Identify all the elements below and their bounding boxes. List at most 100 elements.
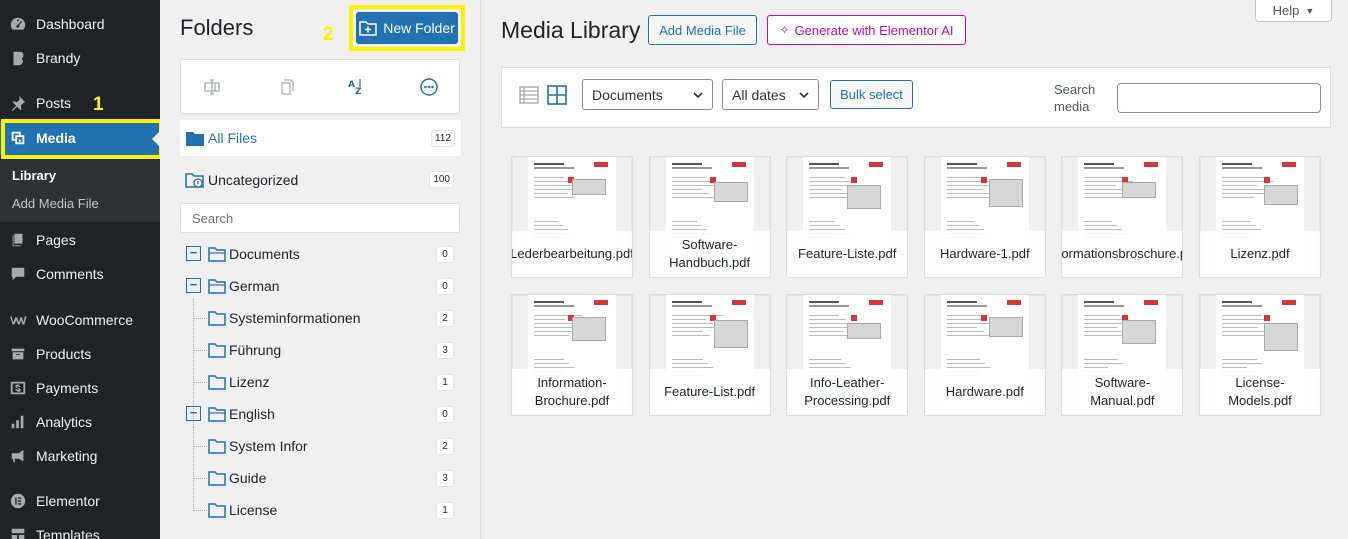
attachment-tile[interactable]: Info-Leather-Processing.pdf <box>786 294 909 416</box>
bulk-select-button[interactable]: Bulk select <box>830 80 913 109</box>
all-files-item[interactable]: All Files 112 <box>180 120 461 156</box>
list-view-icon[interactable] <box>519 85 539 105</box>
menu-marketing[interactable]: Marketing <box>0 439 160 473</box>
folder-icon <box>208 471 226 486</box>
folder-german[interactable]: − German 0 <box>180 273 460 299</box>
new-folder-button[interactable]: New Folder <box>356 12 458 44</box>
attachment-tile[interactable]: Informationsbroschure.pdf <box>1061 156 1184 278</box>
submenu-library[interactable]: Library <box>12 168 56 183</box>
folder-label: German <box>229 278 280 294</box>
attachment-tile[interactable]: Feature-Liste.pdf <box>786 156 909 278</box>
archive-icon <box>0 345 36 363</box>
media-type-value: Documents <box>592 86 663 103</box>
menu-dashboard[interactable]: Dashboard <box>0 7 160 41</box>
copy-icon[interactable] <box>276 77 296 97</box>
media-submenu: Library Add Media File <box>0 160 160 222</box>
menu-label: Brandy <box>36 50 81 66</box>
collapse-toggle[interactable]: − <box>186 406 201 421</box>
attachment-filename: Lizenz.pdf <box>1200 231 1320 277</box>
dashboard-icon <box>0 15 36 33</box>
folder-count: 1 <box>436 374 454 391</box>
collapse-toggle[interactable]: − <box>186 246 201 261</box>
attachment-filename: Hardware-1.pdf <box>924 231 1045 277</box>
date-filter[interactable]: All dates <box>722 79 819 110</box>
menu-label: Marketing <box>36 448 98 464</box>
folder-systeminformationen[interactable]: Systeminformationen 2 <box>180 305 460 331</box>
attachment-tile[interactable]: Hardware.pdf <box>923 294 1046 416</box>
uncategorized-label: Uncategorized <box>208 172 299 188</box>
menu-label: Posts <box>36 95 72 111</box>
attachment-tile[interactable]: Feature-List.pdf <box>648 294 771 416</box>
folder-documents[interactable]: − Documents 0 <box>180 241 460 267</box>
folder-icon <box>208 503 226 518</box>
folder-icon <box>208 439 226 454</box>
uncategorized-count: 100 <box>429 171 454 188</box>
search-media-input[interactable] <box>1117 83 1321 113</box>
folder-label: System Infor <box>229 438 308 454</box>
attachment-tile[interactable]: Hardware-1.pdf <box>923 156 1046 278</box>
folder-lizenz[interactable]: Lizenz 1 <box>180 369 460 395</box>
submenu-add-media-file[interactable]: Add Media File <box>12 196 99 211</box>
step-marker-1: 1 <box>93 94 104 115</box>
uncategorized-item[interactable]: Uncategorized 100 <box>180 166 460 192</box>
menu-products[interactable]: Products <box>0 337 160 371</box>
menu-analytics[interactable]: Analytics <box>0 405 160 439</box>
templates-icon <box>0 526 36 539</box>
menu-templates[interactable]: Templates <box>0 518 160 539</box>
menu-woocommerce[interactable]: WooCommerce <box>0 303 160 337</box>
menu-payments[interactable]: Payments <box>0 371 160 405</box>
menu-label: Templates <box>36 527 100 539</box>
attachment-tile[interactable]: Lizenz.pdf <box>1199 156 1321 278</box>
menu-posts[interactable]: Posts <box>0 86 160 120</box>
folder-label: Lizenz <box>229 374 270 390</box>
grid-view-icon[interactable] <box>547 85 567 105</box>
help-tab[interactable]: Help ▼ <box>1255 0 1332 22</box>
step-marker-2: 2 <box>323 24 334 45</box>
folder-guide[interactable]: Guide 3 <box>180 465 460 491</box>
folder-search-input[interactable] <box>180 203 460 233</box>
all-files-label: All Files <box>208 130 258 146</box>
help-label: Help <box>1272 3 1300 18</box>
rename-icon[interactable] <box>202 77 222 97</box>
elementor-ai-label: Generate with Elementor AI <box>794 22 954 38</box>
attachment-tile[interactable]: Software-Manual.pdf <box>1061 294 1184 416</box>
menu-label: Analytics <box>36 414 93 430</box>
more-options-icon[interactable] <box>419 77 439 97</box>
add-media-file-button[interactable]: Add Media File <box>648 15 757 45</box>
folder-license[interactable]: License 1 <box>180 497 460 523</box>
folder-label: License <box>229 502 278 518</box>
menu-comments[interactable]: Comments <box>0 257 160 291</box>
attachment-tile[interactable]: Software-Handbuch.pdf <box>648 156 771 278</box>
folder-count: 0 <box>436 406 454 423</box>
svg-text:A: A <box>348 80 355 90</box>
menu-label: Comments <box>36 266 104 282</box>
folder-english[interactable]: − English 0 <box>180 401 460 427</box>
comments-icon <box>0 265 36 283</box>
svg-text:Z: Z <box>355 87 362 97</box>
date-filter-value: All dates <box>732 86 786 103</box>
menu-brandy[interactable]: Brandy <box>0 41 160 75</box>
menu-label: Elementor <box>36 493 100 509</box>
new-folder-highlight-box: New Folder <box>349 5 465 51</box>
folder-plus-icon <box>359 21 377 36</box>
menu-pages[interactable]: Pages <box>0 223 160 257</box>
collapse-toggle[interactable]: − <box>186 278 201 293</box>
generate-with-elementor-ai-button[interactable]: ✧ Generate with Elementor AI <box>767 15 966 45</box>
folder-count: 3 <box>436 470 454 487</box>
attachment-tile[interactable]: Information-Brochure.pdf <box>511 294 633 416</box>
attachment-tile[interactable]: Lederbearbeitung.pdf <box>511 156 633 278</box>
sort-az-icon[interactable]: AZ <box>346 77 366 97</box>
attachment-filename: Hardware.pdf <box>924 369 1045 415</box>
all-files-count: 112 <box>431 130 455 147</box>
brandy-icon <box>0 49 36 67</box>
folder-fuhrung[interactable]: Führung 3 <box>180 337 460 363</box>
attachment-tile[interactable]: License-Models.pdf <box>1199 294 1321 416</box>
menu-elementor[interactable]: Elementor <box>0 484 160 518</box>
media-type-filter[interactable]: Documents <box>582 79 713 110</box>
folder-count: 2 <box>436 310 454 327</box>
bar-chart-icon <box>0 413 36 431</box>
search-media-label: Search media <box>1054 82 1096 114</box>
folder-system-infor[interactable]: System Infor 2 <box>180 433 460 459</box>
pin-icon <box>0 94 36 112</box>
folder-count: 1 <box>436 502 454 519</box>
